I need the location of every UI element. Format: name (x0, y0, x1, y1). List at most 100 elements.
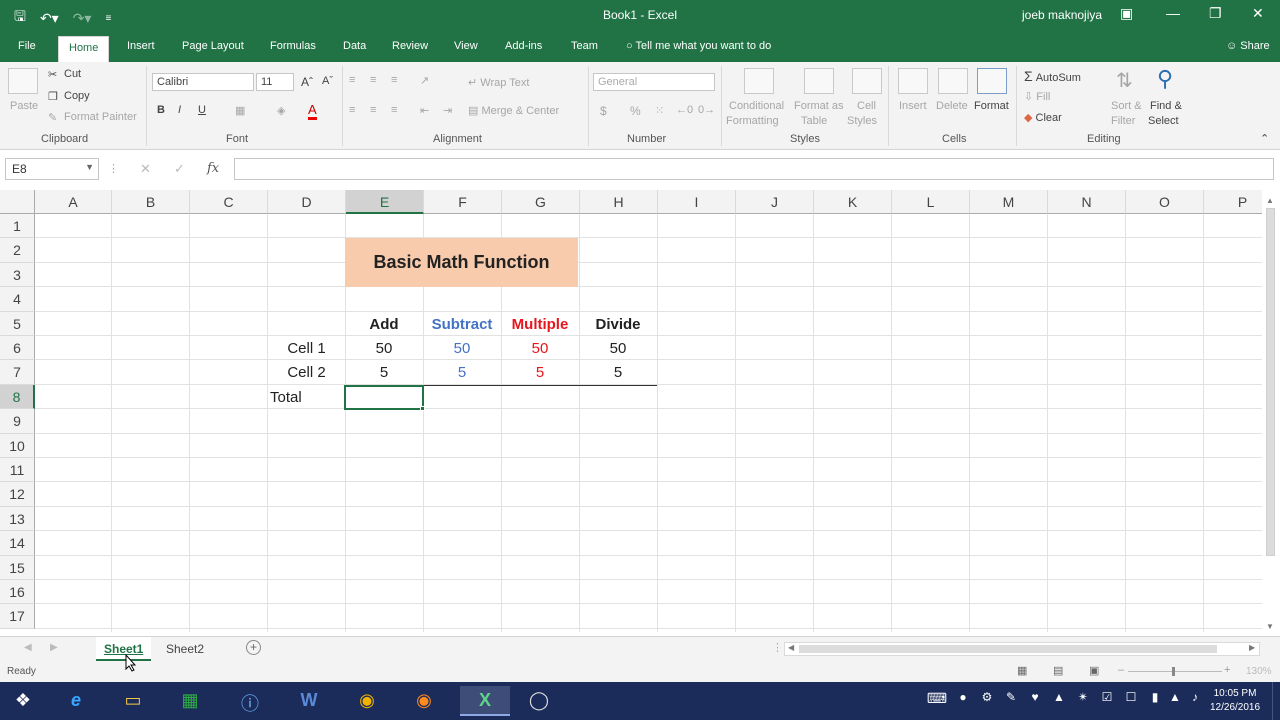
row-header-12[interactable]: 12 (0, 482, 35, 507)
page-layout-view-icon[interactable]: ▤ (1053, 664, 1063, 677)
battery-icon[interactable]: ▮ (1144, 686, 1166, 716)
delete-cells-icon[interactable] (938, 68, 968, 94)
insert-function-icon[interactable]: fx (207, 161, 219, 176)
font-color-icon[interactable]: A (308, 102, 317, 120)
row-label-cell1[interactable]: Cell 1 (268, 340, 345, 357)
name-box-dropdown-icon[interactable]: ▼ (85, 162, 94, 172)
header-divide[interactable]: Divide (579, 316, 657, 333)
sheet-tab-sheet1[interactable]: Sheet1 (96, 637, 152, 661)
borders-icon[interactable]: ▦ (235, 104, 245, 117)
tab-formulas[interactable]: Formulas (270, 40, 316, 52)
store-icon[interactable]: ▦ (171, 686, 209, 716)
comma-style-icon[interactable]: ⁙ (655, 104, 664, 117)
row-header-2[interactable]: 2 (0, 238, 35, 263)
cell-styles-icon[interactable] (852, 68, 882, 94)
minimize-icon[interactable]: — (1166, 5, 1180, 21)
value-subtract-cell1[interactable]: 50 (423, 340, 501, 357)
formula-input[interactable] (234, 158, 1274, 180)
new-sheet-icon[interactable]: + (246, 640, 261, 655)
conditional-formatting-button[interactable]: Conditional (729, 100, 784, 112)
tab-insert[interactable]: Insert (127, 40, 155, 52)
value-add-cell1[interactable]: 50 (345, 340, 423, 357)
align-center-icon[interactable]: ≡ (370, 104, 376, 116)
tab-data[interactable]: Data (343, 40, 366, 52)
tab-split-handle-icon[interactable]: ⋮ (772, 641, 783, 654)
column-header-a[interactable]: A (35, 190, 112, 214)
value-divide-cell2[interactable]: 5 (579, 364, 657, 381)
zoom-in-icon[interactable]: + (1224, 664, 1230, 676)
word-icon[interactable]: W (290, 686, 328, 716)
paste-button[interactable]: Paste (10, 100, 38, 112)
column-header-j[interactable]: J (736, 190, 814, 214)
row-header-14[interactable]: 14 (0, 531, 35, 556)
decrease-decimal-icon[interactable]: 0→ (698, 104, 715, 116)
column-header-n[interactable]: N (1048, 190, 1126, 214)
tray-icon-4[interactable]: ♥ (1024, 686, 1046, 716)
tab-file[interactable]: File (18, 40, 36, 52)
zoom-level[interactable]: 130% (1246, 666, 1272, 677)
zoom-slider[interactable] (1128, 671, 1222, 672)
column-header-p[interactable]: P (1204, 190, 1262, 214)
sort-filter-button[interactable]: Sort & (1111, 100, 1142, 112)
collapse-ribbon-icon[interactable]: ⌃ (1260, 132, 1269, 145)
tab-review[interactable]: Review (392, 40, 428, 52)
align-bottom-icon[interactable]: ≡ (391, 74, 397, 86)
tab-scroll-right-icon[interactable]: ▶ (50, 642, 58, 653)
sheet-tab-sheet2[interactable]: Sheet2 (158, 637, 212, 661)
name-box[interactable]: E8 ▼ (5, 158, 99, 180)
row-label-cell2[interactable]: Cell 2 (268, 364, 345, 381)
column-header-c[interactable]: C (190, 190, 268, 214)
autosum-button[interactable]: Σ AutoSum (1024, 68, 1081, 84)
paste-icon[interactable] (8, 68, 38, 94)
row-header-8[interactable]: 8 (0, 384, 35, 410)
hscroll-right-icon[interactable]: ▶ (1249, 643, 1255, 652)
number-format-select[interactable]: General (593, 73, 715, 91)
select-all-corner[interactable] (0, 190, 35, 214)
share-button[interactable]: ☺ Share (1226, 40, 1270, 52)
row-header-10[interactable]: 10 (0, 433, 35, 458)
format-cells-icon[interactable] (977, 68, 1007, 94)
wrap-text-button[interactable]: ↵ Wrap Text (468, 76, 529, 89)
taskbar-clock[interactable]: 10:05 PM 12/26/2016 (1210, 687, 1260, 715)
decrease-font-icon[interactable]: Aˇ (322, 75, 333, 87)
conditional-formatting-icon[interactable] (744, 68, 774, 94)
percent-button[interactable]: % (630, 104, 641, 118)
tray-icon-3[interactable]: ✎ (1000, 686, 1022, 716)
magnifier-icon[interactable]: ⚲ (1157, 66, 1173, 92)
help-icon[interactable]: ⓘ (231, 686, 269, 716)
delete-cells-button[interactable]: Delete (936, 100, 968, 112)
align-middle-icon[interactable]: ≡ (370, 74, 376, 86)
tab-scroll-left-icon[interactable]: ◀ (24, 642, 32, 653)
bluetooth-icon[interactable]: ✴ (1072, 686, 1094, 716)
column-header-g[interactable]: G (502, 190, 580, 214)
zoom-out-icon[interactable]: – (1118, 664, 1124, 676)
value-multiple-cell2[interactable]: 5 (501, 364, 579, 381)
header-add[interactable]: Add (345, 316, 423, 333)
row-header-11[interactable]: 11 (0, 458, 35, 483)
firefox-icon[interactable]: ◉ (405, 686, 443, 716)
row-header-17[interactable]: 17 (0, 604, 35, 629)
obs-icon[interactable]: ◯ (520, 686, 558, 716)
column-header-o[interactable]: O (1126, 190, 1204, 214)
page-break-view-icon[interactable]: ▣ (1089, 664, 1099, 677)
scroll-up-icon[interactable]: ▲ (1266, 196, 1274, 205)
cancel-icon[interactable]: ✕ (140, 161, 151, 177)
row-header-15[interactable]: 15 (0, 555, 35, 580)
show-desktop-button[interactable] (1272, 682, 1280, 720)
font-size-select[interactable]: 11 (256, 73, 294, 91)
copy-button[interactable]: Copy (64, 90, 90, 102)
tab-add-ins[interactable]: Add-ins (505, 40, 542, 52)
row-header-7[interactable]: 7 (0, 360, 35, 385)
value-add-cell2[interactable]: 5 (345, 364, 423, 381)
sheet-title[interactable]: Basic Math Function (345, 252, 578, 273)
zoom-slider-thumb[interactable] (1172, 667, 1175, 676)
orientation-icon[interactable]: ↗ (420, 74, 429, 87)
header-multiple[interactable]: Multiple (501, 316, 579, 333)
selected-cell[interactable] (344, 385, 424, 410)
column-header-i[interactable]: I (658, 190, 736, 214)
tray-icon-2[interactable]: ⚙ (976, 686, 998, 716)
currency-button[interactable]: $ (600, 104, 607, 118)
close-icon[interactable]: ✕ (1252, 5, 1264, 22)
normal-view-icon[interactable]: ▦ (1017, 664, 1027, 677)
user-name[interactable]: joeb maknojiya (1022, 8, 1102, 22)
